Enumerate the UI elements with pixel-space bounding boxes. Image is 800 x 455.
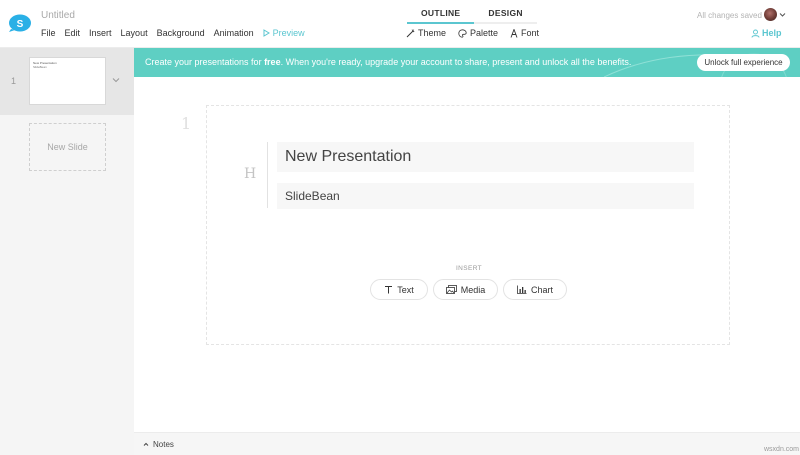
menu-file[interactable]: File: [41, 28, 56, 38]
chevron-down-icon[interactable]: [779, 11, 786, 18]
banner-message: Create your presentations for free. When…: [145, 57, 631, 67]
palette-button[interactable]: Palette: [458, 28, 498, 38]
subtitle-input[interactable]: SlideBean: [277, 183, 694, 209]
chevron-up-icon: [143, 442, 149, 446]
insert-text-label: Text: [397, 284, 414, 295]
new-slide-button[interactable]: New Slide: [29, 123, 106, 171]
insert-chart-button[interactable]: Chart: [503, 279, 567, 300]
help-link[interactable]: Help: [751, 28, 782, 38]
theme-label: Theme: [418, 28, 447, 38]
insert-toolbar: Text Media Chart: [370, 279, 572, 300]
menu-layout[interactable]: Layout: [121, 28, 148, 38]
notes-label: Notes: [153, 440, 174, 449]
insert-media-button[interactable]: Media: [433, 279, 498, 300]
menu-animation[interactable]: Animation: [214, 28, 254, 38]
avatar[interactable]: [764, 8, 777, 21]
preview-label: Preview: [272, 28, 305, 38]
chevron-down-icon[interactable]: [112, 77, 120, 83]
bar-chart-icon: [517, 285, 527, 294]
font-button[interactable]: Font: [510, 28, 539, 38]
magic-wand-icon: [406, 28, 415, 37]
slide-editor: 1 H New Presentation SlideBean INSERT Te…: [134, 77, 800, 432]
block-divider: [267, 142, 268, 208]
slide-list-item[interactable]: 1 New Presentation SlideBean: [0, 48, 134, 115]
slide-number-indicator: 1: [181, 114, 192, 133]
font-icon: [510, 28, 518, 38]
heading-marker: H: [244, 166, 257, 182]
menu-background[interactable]: Background: [157, 28, 205, 38]
notes-bar[interactable]: Notes: [134, 432, 800, 455]
save-status: All changes saved: [697, 11, 762, 20]
help-icon: [751, 29, 760, 38]
slide-thumbnail[interactable]: New Presentation SlideBean: [29, 57, 106, 105]
banner-text-bold: free: [264, 57, 281, 67]
theme-button[interactable]: Theme: [406, 28, 446, 38]
palette-icon: [458, 28, 467, 38]
top-bar: S Untitled File Edit Insert Layout Backg…: [0, 0, 800, 48]
tab-design[interactable]: DESIGN: [474, 6, 537, 24]
play-icon: [263, 29, 270, 37]
preview-button[interactable]: Preview: [263, 28, 314, 38]
insert-chart-label: Chart: [530, 284, 553, 295]
upgrade-banner: Create your presentations for free. When…: [134, 48, 800, 77]
watermark: wsxdn.com: [764, 446, 800, 453]
title-input[interactable]: New Presentation: [277, 142, 694, 172]
slide-number: 1: [11, 76, 17, 86]
slide-canvas[interactable]: H New Presentation SlideBean INSERT Text…: [206, 105, 730, 345]
banner-text-after: . When you're ready, upgrade your accoun…: [280, 57, 632, 67]
tab-outline[interactable]: OUTLINE: [407, 6, 475, 24]
insert-label: INSERT: [455, 265, 483, 272]
menu-edit[interactable]: Edit: [65, 28, 81, 38]
slidebean-logo-icon[interactable]: S: [9, 14, 31, 32]
svg-text:S: S: [17, 19, 24, 30]
text-icon: [385, 286, 393, 294]
font-label: Font: [521, 28, 540, 38]
thumbnail-subtitle: SlideBean: [33, 65, 47, 69]
document-title[interactable]: Untitled: [41, 10, 75, 21]
notes-toggle[interactable]: Notes: [143, 440, 174, 449]
design-tools: Theme Palette Font: [406, 28, 551, 38]
insert-media-label: Media: [460, 284, 486, 295]
main-menu: File Edit Insert Layout Background Anima…: [41, 28, 323, 38]
slide-panel: 1 New Presentation SlideBean New Slide: [0, 48, 134, 455]
help-label: Help: [762, 28, 782, 38]
unlock-full-experience-button[interactable]: Unlock full experience: [697, 54, 790, 71]
banner-text-before: Create your presentations for: [145, 57, 265, 67]
mode-tabs: OUTLINE DESIGN: [407, 6, 537, 24]
palette-label: Palette: [470, 28, 499, 38]
menu-insert[interactable]: Insert: [89, 28, 112, 38]
image-icon: [445, 285, 457, 294]
insert-text-button[interactable]: Text: [370, 279, 428, 300]
